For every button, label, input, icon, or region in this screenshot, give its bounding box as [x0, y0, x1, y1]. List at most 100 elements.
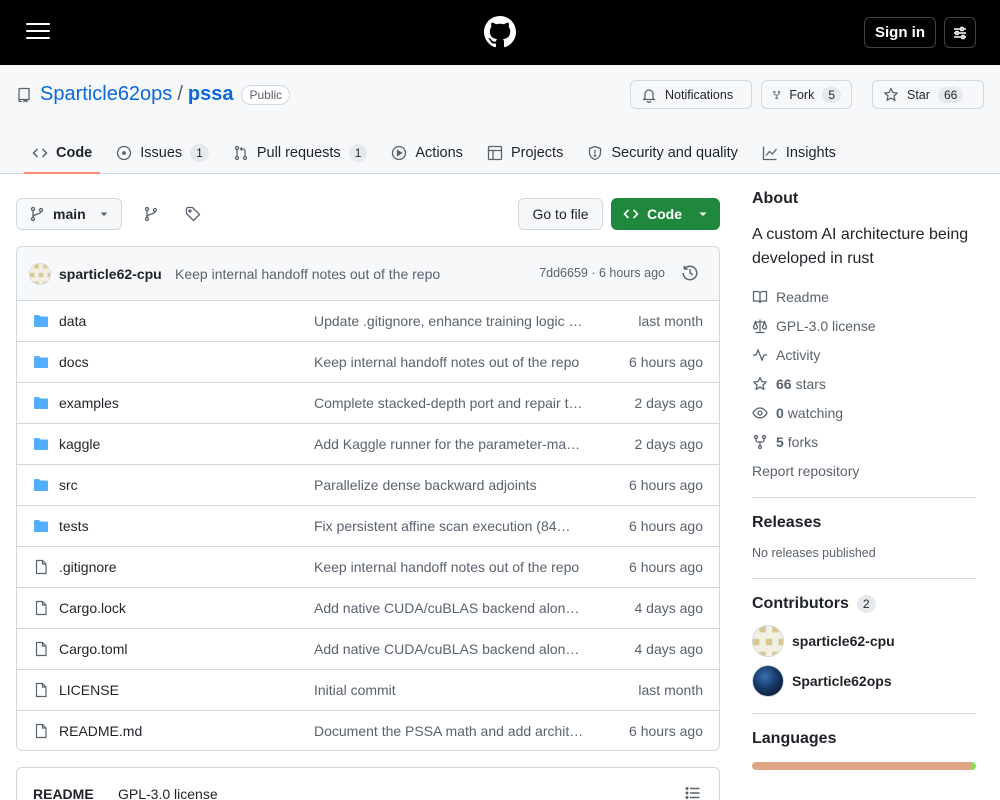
- issue-icon: [117, 145, 132, 161]
- file-name-link[interactable]: data: [59, 313, 86, 329]
- fork-button[interactable]: Fork 5: [761, 80, 852, 109]
- file-name-link[interactable]: .gitignore: [59, 559, 117, 575]
- file-commit-message-link[interactable]: Fix persistent affine scan execution (84…: [314, 518, 584, 534]
- notifications-button[interactable]: Notifications: [630, 80, 752, 109]
- table-row[interactable]: LICENSE Initial commit last month: [17, 670, 719, 711]
- readme-link[interactable]: Readme: [752, 282, 976, 311]
- table-row[interactable]: data Update .gitignore, enhance training …: [17, 301, 719, 342]
- table-row[interactable]: kaggle Add Kaggle runner for the paramete…: [17, 424, 719, 465]
- file-name-link[interactable]: docs: [59, 354, 89, 370]
- languages-heading: Languages: [752, 730, 837, 747]
- table-row[interactable]: docs Keep internal handoff notes out of t…: [17, 342, 719, 383]
- repo-name-link[interactable]: pssa: [188, 83, 234, 106]
- table-icon: [487, 145, 503, 161]
- table-row[interactable]: examples Complete stacked-depth port and …: [17, 383, 719, 424]
- contributor-item[interactable]: Sparticle62ops: [752, 665, 976, 697]
- stars-link[interactable]: 66 stars: [752, 369, 976, 398]
- file-name-link[interactable]: kaggle: [59, 436, 100, 452]
- license-link[interactable]: GPL-3.0 license: [752, 311, 976, 340]
- tab-label: Insights: [785, 145, 836, 161]
- file-commit-message-link[interactable]: Parallelize dense backward adjoints: [314, 477, 584, 493]
- go-to-file-button[interactable]: Go to file: [518, 198, 603, 230]
- code-dropdown-button[interactable]: Code: [611, 198, 720, 230]
- file-name-link[interactable]: tests: [59, 518, 89, 534]
- tab-code[interactable]: Code: [24, 133, 101, 174]
- file-name-link[interactable]: examples: [59, 395, 119, 411]
- table-row[interactable]: .gitignore Keep internal handoff notes ou…: [17, 547, 719, 588]
- menu-icon[interactable]: [26, 21, 50, 41]
- file-name-link[interactable]: src: [59, 477, 78, 493]
- forks-label: forks: [787, 433, 819, 450]
- fork-icon: [753, 434, 767, 449]
- tab-insights[interactable]: Insights: [754, 133, 844, 173]
- report-repository-link[interactable]: Report repository: [752, 456, 976, 485]
- file-commit-message-link[interactable]: Document the PSSA math and add architect…: [314, 723, 584, 739]
- contributor-name: Sparticle62ops: [792, 673, 892, 689]
- tab-issues[interactable]: Issues 1: [108, 133, 217, 173]
- readme-tab-readme[interactable]: README: [33, 786, 94, 800]
- file-commit-message-link[interactable]: Update .gitignore, enhance training logi…: [314, 313, 584, 329]
- file-commit-message-link[interactable]: Keep internal handoff notes out of the r…: [314, 354, 584, 370]
- contributor-item[interactable]: sparticle62-cpu: [752, 625, 976, 657]
- list-icon[interactable]: [685, 785, 701, 800]
- file-name-link[interactable]: README.md: [59, 723, 142, 739]
- file-commit-date: last month: [638, 313, 703, 329]
- avatar[interactable]: [29, 263, 51, 285]
- tab-actions[interactable]: Actions: [383, 133, 471, 173]
- shield-icon: [589, 145, 602, 161]
- repo-sidebar: About A custom AI architecture being dev…: [752, 190, 976, 770]
- history-icon[interactable]: [681, 264, 699, 282]
- folder-icon: [33, 477, 49, 496]
- file-commit-message-link[interactable]: Complete stacked-depth port and repair t…: [314, 395, 584, 411]
- folder-icon: [33, 518, 49, 537]
- tab-security[interactable]: Security and quality: [579, 133, 746, 173]
- table-row[interactable]: Cargo.toml Add native CUDA/cuBLAS backend…: [17, 629, 719, 670]
- file-commit-message-link[interactable]: Add Kaggle runner for the parameter-matc…: [314, 436, 584, 452]
- caret-down-icon: [100, 212, 108, 216]
- branch-selector[interactable]: main: [16, 198, 122, 230]
- table-row[interactable]: Cargo.lock Add native CUDA/cuBLAS backend…: [17, 588, 719, 629]
- readme-tab-license[interactable]: GPL-3.0 license: [118, 786, 218, 800]
- file-icon: [33, 600, 49, 619]
- tab-projects[interactable]: Projects: [479, 133, 571, 173]
- star-icon: [753, 376, 767, 390]
- branches-icon[interactable]: [139, 202, 163, 226]
- visibility-badge: Public: [241, 84, 291, 105]
- file-commit-message-link[interactable]: Add native CUDA/cuBLAS backend along wit…: [314, 641, 584, 657]
- forks-count: 5: [776, 433, 784, 450]
- file-commit-message-link[interactable]: Add native CUDA/cuBLAS backend along wit…: [314, 600, 584, 616]
- table-row[interactable]: src Parallelize dense backward adjoints 6 …: [17, 465, 719, 506]
- repo-owner-link[interactable]: Sparticle62ops: [40, 83, 172, 106]
- releases-heading[interactable]: Releases: [752, 514, 976, 532]
- file-commit-message-link[interactable]: Initial commit: [314, 682, 584, 698]
- watchers-link[interactable]: 0 watching: [752, 398, 976, 427]
- commit-author-link[interactable]: sparticle62-cpu: [59, 266, 162, 282]
- file-name-link[interactable]: Cargo.lock: [59, 600, 126, 616]
- github-logo-icon[interactable]: [484, 16, 516, 48]
- book-icon: [752, 290, 768, 303]
- activity-link[interactable]: Activity: [752, 340, 976, 369]
- eye-icon: [752, 406, 768, 419]
- tab-pull-requests[interactable]: Pull requests 1: [225, 133, 376, 173]
- table-row[interactable]: tests Fix persistent affine scan executio…: [17, 506, 719, 547]
- sign-in-button[interactable]: Sign in: [864, 17, 936, 48]
- forks-link[interactable]: 5 forks: [752, 427, 976, 456]
- repo-icon: [18, 87, 30, 103]
- star-button[interactable]: Star 66: [872, 80, 984, 109]
- file-name-link[interactable]: Cargo.toml: [59, 641, 127, 657]
- branch-icon: [30, 206, 44, 222]
- folder-icon: [33, 313, 49, 332]
- table-row[interactable]: README.md Document the PSSA math and add …: [17, 711, 719, 750]
- file-commit-message-link[interactable]: Keep internal handoff notes out of the r…: [314, 559, 584, 575]
- contributors-heading[interactable]: Contributors: [752, 595, 849, 613]
- file-name-link[interactable]: LICENSE: [59, 682, 119, 698]
- folder-icon: [33, 436, 49, 455]
- commit-message-link[interactable]: Keep internal handoff notes out of the r…: [175, 266, 440, 282]
- tab-label: Security and quality: [611, 145, 738, 161]
- play-icon: [392, 145, 407, 161]
- tag-icon[interactable]: [181, 202, 205, 226]
- stars-count: 66: [776, 375, 792, 392]
- pull-request-icon: [234, 145, 248, 161]
- settings-sliders-icon[interactable]: [944, 17, 976, 48]
- commit-meta[interactable]: 7dd6659 · 6 hours ago: [539, 266, 665, 280]
